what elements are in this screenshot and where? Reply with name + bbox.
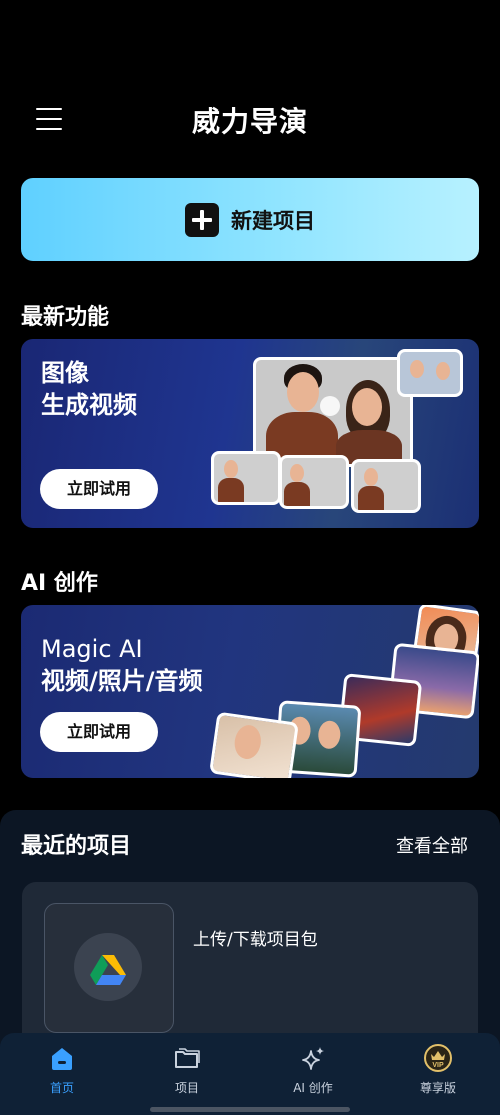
new-project-button[interactable]: 新建项目 — [21, 178, 479, 261]
magic-ai-card[interactable]: Magic AI 视频/照片/音频 立即试用 — [21, 605, 479, 778]
google-drive-icon — [74, 933, 142, 1001]
nav-home-label: 首页 — [49, 1081, 74, 1095]
latest-features-title: 最新功能 — [21, 305, 110, 330]
couple-photo — [253, 357, 413, 467]
vip-icon: VIP — [424, 1044, 452, 1072]
card-title-line1: 图像 — [41, 359, 89, 387]
nav-premium[interactable]: VIP 尊享版 — [398, 1043, 478, 1096]
home-icon — [52, 1048, 72, 1070]
app-title: 威力导演 — [191, 105, 308, 138]
home-indicator — [150, 1107, 350, 1112]
nav-home[interactable]: 首页 — [22, 1043, 102, 1096]
upload-download-label: 上传/下载项目包 — [193, 930, 318, 950]
face-photo — [209, 711, 299, 778]
card-title-line2: 视频/照片/音频 — [41, 667, 203, 695]
ai-creation-title: AI 创作 — [21, 571, 98, 596]
card-title-line2: 生成视频 — [41, 391, 137, 419]
folder-icon — [175, 1048, 200, 1068]
frame-1 — [211, 451, 281, 505]
card-title-line1: Magic AI — [41, 635, 143, 663]
try-now-button[interactable]: 立即试用 — [40, 712, 158, 752]
try-now-button[interactable]: 立即试用 — [40, 469, 158, 509]
view-all-link[interactable]: 查看全部 — [396, 832, 468, 858]
nav-ai-creation-label: AI 创作 — [293, 1081, 333, 1095]
frame-3 — [351, 459, 421, 513]
nav-projects-label: 项目 — [174, 1081, 199, 1095]
play-icon — [320, 396, 340, 416]
sparkle-icon — [302, 1047, 324, 1070]
new-project-label: 新建项目 — [231, 208, 315, 233]
nav-ai-creation[interactable]: AI 创作 — [273, 1043, 353, 1096]
nav-projects[interactable]: 项目 — [147, 1043, 227, 1096]
source-photo — [397, 349, 463, 397]
nav-premium-label: 尊享版 — [419, 1081, 456, 1095]
svg-text:VIP: VIP — [432, 1062, 444, 1069]
image-to-video-card[interactable]: 图像 生成视频 立即试用 — [21, 339, 479, 528]
plus-icon — [185, 202, 219, 237]
recent-projects-title: 最近的项目 — [21, 834, 132, 859]
frame-2 — [279, 455, 349, 509]
